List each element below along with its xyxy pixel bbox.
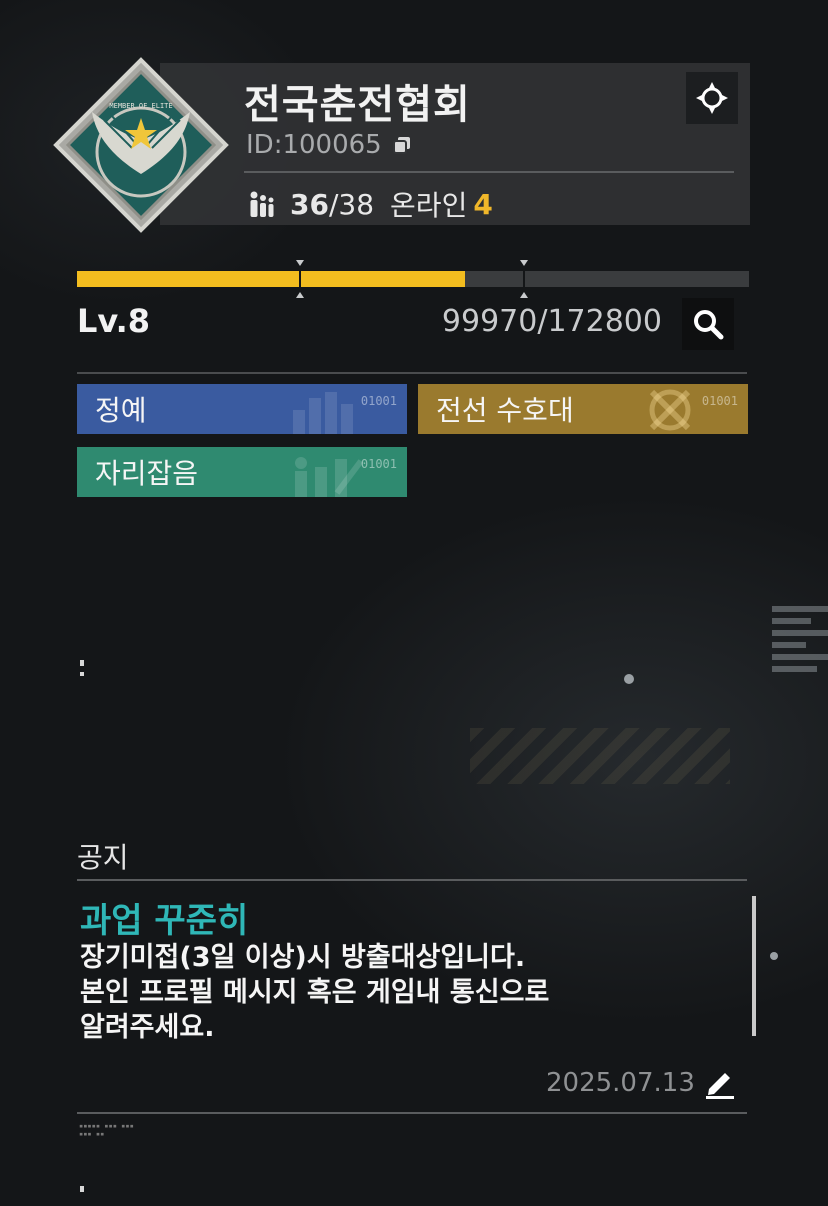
xp-tick-top <box>520 260 528 266</box>
tag-code: 01001 <box>701 394 738 408</box>
online-label: 온라인 <box>390 189 468 222</box>
crossed-swords-icon <box>649 389 691 431</box>
edit-notice-button[interactable] <box>700 1062 740 1102</box>
edit-icon <box>706 1073 734 1099</box>
search-button[interactable] <box>682 298 734 350</box>
notice-date: 2025.07.13 <box>546 1068 695 1098</box>
xp-value: 99970/172800 <box>441 304 662 339</box>
tag-label: 자리잡음 <box>95 457 199 490</box>
guild-emblem: MEMBER OF ELITE <box>52 56 230 234</box>
xp-progress-bar <box>77 260 749 298</box>
notice-line: 장기미접(3일 이상)시 방출대상입니다. <box>80 942 526 973</box>
guild-id-value: 100065 <box>282 130 382 160</box>
tag-settled[interactable]: 자리잡음 01001 <box>77 447 407 497</box>
header-divider <box>244 171 734 173</box>
emblem-badge-icon: MEMBER OF ELITE <box>53 57 229 233</box>
xp-tick-bottom <box>520 292 528 298</box>
tag-code: 01001 <box>360 457 397 471</box>
background-marker <box>80 672 84 676</box>
xp-segment-marker <box>523 262 525 296</box>
tag-label: 정예 <box>95 394 147 427</box>
tag-frontline-guard[interactable]: 전선 수호대 01001 <box>418 384 748 434</box>
notice-scrollbar[interactable] <box>752 896 756 1036</box>
xp-segment-marker <box>299 262 301 296</box>
notice-section-title: 공지 <box>77 841 129 874</box>
notice-line: 알려주세요. <box>80 1012 215 1043</box>
copy-icon[interactable] <box>392 135 412 155</box>
tag-code: 01001 <box>360 394 397 408</box>
background-screen-decoration <box>772 600 828 690</box>
background-dot <box>624 674 634 684</box>
members-separator: / <box>328 187 339 221</box>
members-current: 36 <box>290 187 329 221</box>
guild-id-label: ID: <box>246 130 283 160</box>
guild-level: Lv.8 <box>77 302 151 340</box>
online-count: 4 <box>473 187 493 221</box>
notice-divider <box>77 879 747 881</box>
tag-elite[interactable]: 정예 01001 <box>77 384 407 434</box>
xp-tick-bottom <box>296 292 304 298</box>
guild-id-row: ID: 100065 <box>246 130 412 160</box>
background-hazard-stripes <box>470 728 730 784</box>
notice-bottom-divider <box>77 1112 747 1114</box>
svg-text:MEMBER OF ELITE: MEMBER OF ELITE <box>109 102 172 110</box>
background-marker <box>80 660 84 666</box>
section-divider <box>77 372 747 374</box>
crosshair-icon <box>696 82 728 114</box>
search-icon <box>694 310 724 340</box>
tag-people-icon <box>295 457 364 497</box>
members-max: 38 <box>338 187 375 221</box>
guild-name: 전국춘전협회 <box>244 82 471 128</box>
notice-body: 장기미접(3일 이상)시 방출대상입니다. 본인 프로필 메시지 혹은 게임내 … <box>80 940 720 1045</box>
decorative-code: ▪▪▪▪▪ ▪▪▪ ▪▪▪ ▪▪▪ ▪▪ <box>79 1122 134 1138</box>
background-dot <box>770 952 778 960</box>
xp-tick-top <box>296 260 304 266</box>
background-marker <box>80 1186 84 1192</box>
tag-bars-icon <box>293 392 353 434</box>
crosshair-button[interactable] <box>686 72 738 124</box>
members-row: 36 / 38 온라인 4 <box>246 184 493 224</box>
notice-line: 본인 프로필 메시지 혹은 게임내 통신으로 <box>80 977 550 1008</box>
tag-label: 전선 수호대 <box>436 394 574 427</box>
people-icon <box>250 191 274 217</box>
xp-progress-fill <box>77 271 466 287</box>
notice-headline: 과업 꾸준히 <box>80 901 249 941</box>
